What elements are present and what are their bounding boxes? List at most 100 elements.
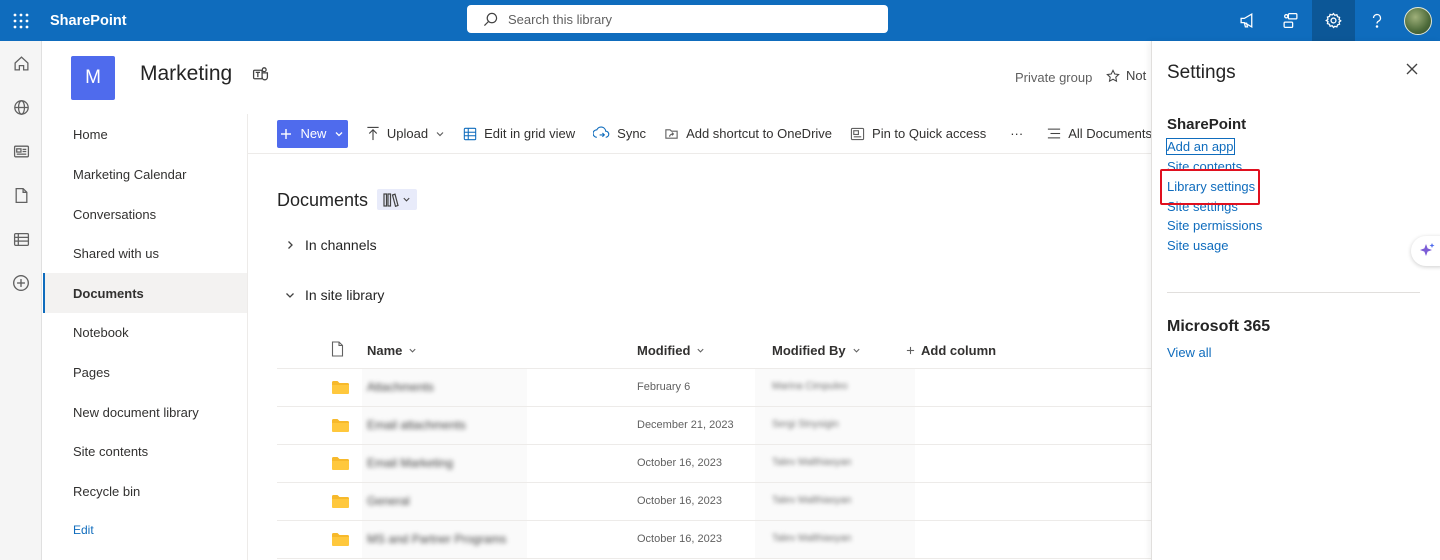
search-input[interactable]: Search this library [467, 5, 888, 33]
nav-item-home[interactable]: Home [43, 114, 247, 154]
lists-icon[interactable] [0, 217, 42, 261]
row-name[interactable]: General [367, 494, 410, 508]
group-in-channels[interactable]: In channels [285, 237, 377, 253]
news-icon[interactable] [0, 129, 42, 173]
row-modified: October 16, 2023 [637, 495, 723, 507]
column-modified-by[interactable]: Modified By [772, 343, 861, 358]
command-bar: New Upload Edit in grid view Sync Add sh… [248, 114, 1152, 154]
home-icon[interactable] [0, 41, 42, 85]
column-name-label: Name [367, 343, 403, 358]
row-modified: February 6 [637, 381, 691, 393]
highlight-box [1160, 169, 1260, 205]
privacy-label: Private group [1015, 70, 1093, 85]
nav-item-pages[interactable]: Pages [43, 352, 247, 392]
site-navigation: Home Marketing Calendar Conversations Sh… [43, 114, 248, 560]
edit-label[interactable]: Edit [73, 523, 94, 537]
create-plus-icon[interactable] [0, 261, 42, 305]
nav-item-notebook[interactable]: Notebook [43, 312, 247, 352]
nav-item-marketing-calendar[interactable]: Marketing Calendar [43, 154, 247, 194]
globe-icon[interactable] [0, 85, 42, 129]
site-usage-link[interactable]: Site usage [1167, 238, 1228, 253]
site-title[interactable]: Marketing [140, 62, 232, 86]
view-selector-label: All Documents [1068, 126, 1152, 141]
library-icon [383, 192, 399, 207]
edit-grid-view-button[interactable]: Edit in grid view [463, 126, 575, 141]
group-label: In site library [305, 287, 385, 303]
list-header: Name Modified Modified By Add column [277, 331, 1152, 369]
row-modified-by: Talev Malthiasyan [772, 495, 852, 506]
add-shortcut-label: Add shortcut to OneDrive [686, 126, 833, 141]
table-row[interactable]: Attachments February 6 Marina Cimpuleo [277, 369, 1152, 407]
upload-button[interactable]: Upload [366, 126, 445, 141]
row-modified-by: Talev Malthiasyan [772, 457, 852, 468]
grid-icon [463, 127, 477, 140]
search-icon [483, 12, 498, 26]
add-shortcut-button[interactable]: Add shortcut to OneDrive [664, 126, 832, 141]
chevron-down-icon [403, 197, 410, 202]
column-modified-by-label: Modified By [772, 343, 846, 358]
table-row[interactable]: General October 16, 2023 Talev Malthiasy… [277, 483, 1152, 521]
folder-icon [332, 381, 349, 394]
view-all-link[interactable]: View all [1167, 345, 1212, 360]
follow-button[interactable]: Not [1106, 68, 1146, 83]
shortcut-icon [665, 129, 678, 139]
library-view-switcher[interactable] [377, 189, 417, 210]
close-icon[interactable] [1404, 61, 1420, 77]
user-avatar[interactable] [1404, 6, 1432, 35]
app-name[interactable]: SharePoint [50, 13, 127, 29]
nav-edit-link[interactable]: Edit [43, 510, 247, 550]
chevron-down-icon [286, 293, 294, 298]
site-permissions-link[interactable]: Site permissions [1167, 218, 1262, 233]
chevron-down-icon [436, 131, 444, 136]
help-icon[interactable] [1355, 0, 1398, 41]
sync-button[interactable]: Sync [593, 126, 646, 141]
row-modified-by: Talev Malthiasyan [772, 533, 852, 544]
copilot-sparkle-icon[interactable] [1411, 236, 1440, 266]
star-icon [1106, 68, 1120, 82]
row-name[interactable]: Email attachments [367, 418, 466, 432]
add-an-app-link[interactable]: Add an app [1166, 138, 1235, 155]
view-selector-button[interactable]: All Documents [1047, 126, 1152, 141]
nav-item-conversations[interactable]: Conversations [43, 194, 247, 234]
file-type-icon[interactable] [331, 341, 344, 357]
connections-icon[interactable] [1269, 0, 1312, 41]
column-modified-label: Modified [637, 343, 691, 358]
megaphone-icon[interactable] [1226, 0, 1269, 41]
nav-item-shared-with-us[interactable]: Shared with us [43, 233, 247, 273]
folder-icon [332, 457, 349, 470]
row-name[interactable]: MS and Partner Programs [367, 532, 506, 546]
pin-quick-access-button[interactable]: Pin to Quick access [850, 126, 986, 141]
settings-gear-icon[interactable] [1312, 0, 1355, 41]
row-modified: October 16, 2023 [637, 457, 723, 469]
folder-icon [332, 419, 349, 432]
column-modified[interactable]: Modified [637, 343, 705, 358]
row-name[interactable]: Email Marketing [367, 456, 453, 470]
group-in-site-library[interactable]: In site library [285, 287, 384, 303]
more-commands-button[interactable]: ··· [1010, 126, 1023, 141]
file-icon[interactable] [0, 173, 42, 217]
row-name[interactable]: Attachments [367, 380, 434, 394]
sync-icon [593, 126, 610, 138]
teams-icon[interactable] [252, 66, 270, 84]
table-row[interactable]: Email Marketing October 16, 2023 Talev M… [277, 445, 1152, 483]
table-row[interactable]: Email attachments December 21, 2023 Serg… [277, 407, 1152, 445]
microsoft-365-section-title: Microsoft 365 [1167, 318, 1271, 335]
nav-item-recycle-bin[interactable]: Recycle bin [43, 471, 247, 511]
nav-item-new-document-library[interactable]: New document library [43, 392, 247, 432]
table-row[interactable]: MS and Partner Programs October 16, 2023… [277, 521, 1152, 559]
new-button[interactable]: New [277, 119, 348, 148]
settings-panel: Settings SharePoint Add an app Site cont… [1151, 41, 1440, 560]
chevron-down-icon [335, 131, 343, 136]
column-name[interactable]: Name [367, 343, 417, 358]
pin-quick-access-label: Pin to Quick access [872, 126, 987, 141]
add-column-button[interactable]: Add column [906, 343, 996, 358]
edit-grid-view-label: Edit in grid view [484, 126, 576, 141]
upload-label: Upload [386, 126, 429, 141]
row-modified: December 21, 2023 [637, 419, 734, 431]
add-column-label: Add column [921, 343, 997, 358]
site-logo[interactable]: M [71, 56, 115, 100]
app-launcher-icon[interactable] [0, 0, 41, 41]
nav-item-site-contents[interactable]: Site contents [43, 431, 247, 471]
nav-item-documents[interactable]: Documents [43, 273, 247, 313]
divider [1167, 292, 1420, 293]
